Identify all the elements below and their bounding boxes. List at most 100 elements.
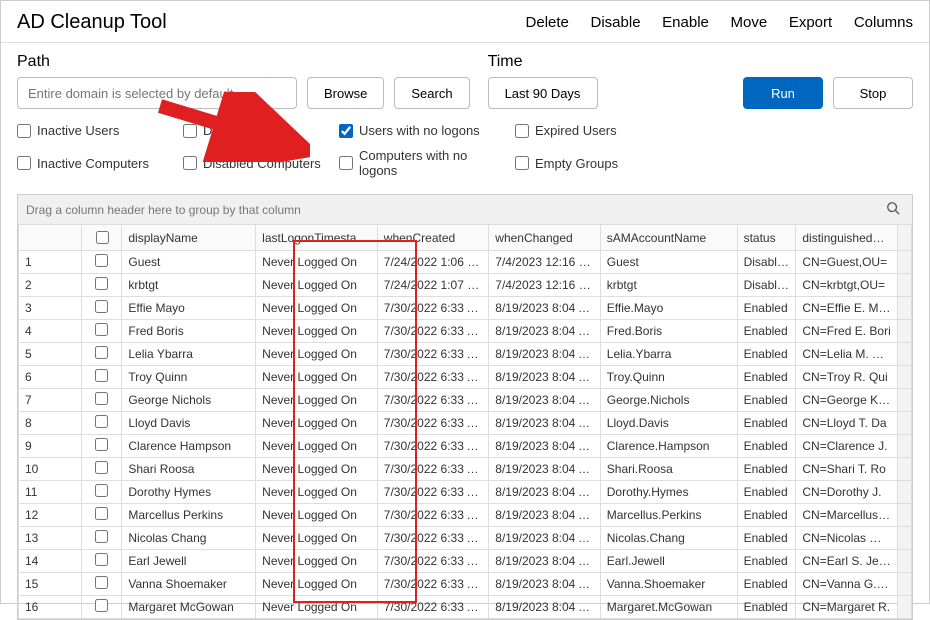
displayname-header[interactable]: displayName [122, 225, 256, 251]
columns-action[interactable]: Columns [854, 14, 913, 31]
time-range-button[interactable]: Last 90 Days [488, 77, 598, 109]
scrollbar-header [897, 225, 911, 251]
samaccountname-header[interactable]: sAMAccountName [600, 225, 737, 251]
displayname-cell: Shari Roosa [122, 458, 256, 481]
whencreated-header[interactable]: whenCreated [377, 225, 488, 251]
row-checkbox-cell[interactable] [81, 435, 122, 458]
row-checkbox[interactable] [95, 553, 108, 566]
table-row[interactable]: 1GuestNever Logged On7/24/2022 1:06 PM7/… [19, 251, 912, 274]
lastlogon-cell: Never Logged On [256, 251, 378, 274]
row-checkbox-cell[interactable] [81, 596, 122, 619]
enable-action[interactable]: Enable [662, 14, 709, 31]
row-checkbox-cell[interactable] [81, 320, 122, 343]
expired-users-checkbox[interactable]: Expired Users [515, 123, 655, 138]
table-row[interactable]: 6Troy QuinnNever Logged On7/30/2022 6:33… [19, 366, 912, 389]
table-row[interactable]: 11Dorothy HymesNever Logged On7/30/2022 … [19, 481, 912, 504]
search-icon[interactable] [882, 201, 904, 218]
row-checkbox[interactable] [95, 346, 108, 359]
scroll-gutter [897, 550, 911, 573]
empty-groups-checkbox[interactable]: Empty Groups [515, 148, 655, 178]
status-header[interactable]: status [737, 225, 796, 251]
table-row[interactable]: 14Earl JewellNever Logged On7/30/2022 6:… [19, 550, 912, 573]
whencreated-cell: 7/30/2022 6:33 AM [377, 596, 488, 619]
distinguishedname-header[interactable]: distinguishedName [796, 225, 897, 251]
table-row[interactable]: 4Fred BorisNever Logged On7/30/2022 6:33… [19, 320, 912, 343]
inactive-computers-checkbox[interactable]: Inactive Computers [17, 148, 177, 178]
disabled-computers-checkbox[interactable]: Disabled Computers [183, 148, 333, 178]
computers-no-logons-checkbox[interactable]: Computers with no logons [339, 148, 509, 178]
row-checkbox[interactable] [95, 484, 108, 497]
row-checkbox[interactable] [95, 438, 108, 451]
row-checkbox-cell[interactable] [81, 504, 122, 527]
select-all-header[interactable] [81, 225, 122, 251]
inactive-users-checkbox[interactable]: Inactive Users [17, 123, 177, 138]
table-row[interactable]: 3Effie MayoNever Logged On7/30/2022 6:33… [19, 297, 912, 320]
table-row[interactable]: 12Marcellus PerkinsNever Logged On7/30/2… [19, 504, 912, 527]
scroll-gutter[interactable] [897, 251, 911, 274]
row-checkbox-cell[interactable] [81, 366, 122, 389]
status-cell: Enabled [737, 412, 796, 435]
export-action[interactable]: Export [789, 14, 832, 31]
table-row[interactable]: 5Lelia YbarraNever Logged On7/30/2022 6:… [19, 343, 912, 366]
row-checkbox-cell[interactable] [81, 527, 122, 550]
whenchanged-header[interactable]: whenChanged [489, 225, 600, 251]
row-checkbox-cell[interactable] [81, 550, 122, 573]
group-by-bar[interactable]: Drag a column header here to group by th… [18, 195, 912, 224]
row-checkbox-cell[interactable] [81, 297, 122, 320]
stop-button[interactable]: Stop [833, 77, 913, 109]
scroll-gutter [897, 458, 911, 481]
row-checkbox[interactable] [95, 415, 108, 428]
row-checkbox[interactable] [95, 507, 108, 520]
scroll-gutter[interactable] [897, 274, 911, 297]
row-checkbox[interactable] [95, 461, 108, 474]
lastlogon-cell: Never Logged On [256, 550, 378, 573]
path-input[interactable] [17, 77, 297, 109]
row-checkbox[interactable] [95, 254, 108, 267]
table-row[interactable]: 9Clarence HampsonNever Logged On7/30/202… [19, 435, 912, 458]
row-number-header[interactable] [19, 225, 82, 251]
row-checkbox[interactable] [95, 599, 108, 612]
table-row[interactable]: 8Lloyd DavisNever Logged On7/30/2022 6:3… [19, 412, 912, 435]
users-no-logons-checkbox[interactable]: Users with no logons [339, 123, 509, 138]
row-checkbox[interactable] [95, 392, 108, 405]
whenchanged-cell: 7/4/2023 12:16 PM [489, 251, 600, 274]
table-row[interactable]: 13Nicolas ChangNever Logged On7/30/2022 … [19, 527, 912, 550]
row-checkbox[interactable] [95, 323, 108, 336]
whencreated-cell: 7/30/2022 6:33 AM [377, 481, 488, 504]
row-checkbox[interactable] [95, 576, 108, 589]
whencreated-cell: 7/30/2022 6:33 AM [377, 412, 488, 435]
row-checkbox-cell[interactable] [81, 389, 122, 412]
lastlogontimestamp-header[interactable]: lastLogonTimestamp [256, 225, 378, 251]
table-row[interactable]: 7George NicholsNever Logged On7/30/2022 … [19, 389, 912, 412]
row-checkbox[interactable] [95, 300, 108, 313]
row-checkbox-cell[interactable] [81, 481, 122, 504]
status-cell: Enabled [737, 297, 796, 320]
table-row[interactable]: 16Margaret McGowanNever Logged On7/30/20… [19, 596, 912, 619]
dn-cell: CN=George K. N [796, 389, 897, 412]
run-button[interactable]: Run [743, 77, 823, 109]
row-checkbox-cell[interactable] [81, 573, 122, 596]
whenchanged-cell: 8/19/2023 8:04 AM [489, 458, 600, 481]
row-checkbox-cell[interactable] [81, 458, 122, 481]
row-checkbox[interactable] [95, 369, 108, 382]
move-action[interactable]: Move [731, 14, 768, 31]
table-row[interactable]: 15Vanna ShoemakerNever Logged On7/30/202… [19, 573, 912, 596]
sam-cell: Lloyd.Davis [600, 412, 737, 435]
dn-cell: CN=Dorothy J. [796, 481, 897, 504]
browse-button[interactable]: Browse [307, 77, 384, 109]
search-button[interactable]: Search [394, 77, 469, 109]
row-checkbox-cell[interactable] [81, 412, 122, 435]
disabled-users-checkbox[interactable]: Disabled Users [183, 123, 333, 138]
whencreated-cell: 7/30/2022 6:33 AM [377, 504, 488, 527]
row-checkbox[interactable] [95, 277, 108, 290]
table-row[interactable]: 10Shari RoosaNever Logged On7/30/2022 6:… [19, 458, 912, 481]
select-all-checkbox[interactable] [96, 231, 109, 244]
table-row[interactable]: 2krbtgtNever Logged On7/24/2022 1:07 PM7… [19, 274, 912, 297]
row-checkbox[interactable] [95, 530, 108, 543]
row-checkbox-cell[interactable] [81, 274, 122, 297]
row-checkbox-cell[interactable] [81, 343, 122, 366]
row-number: 2 [19, 274, 82, 297]
disable-action[interactable]: Disable [591, 14, 641, 31]
delete-action[interactable]: Delete [526, 14, 569, 31]
row-checkbox-cell[interactable] [81, 251, 122, 274]
